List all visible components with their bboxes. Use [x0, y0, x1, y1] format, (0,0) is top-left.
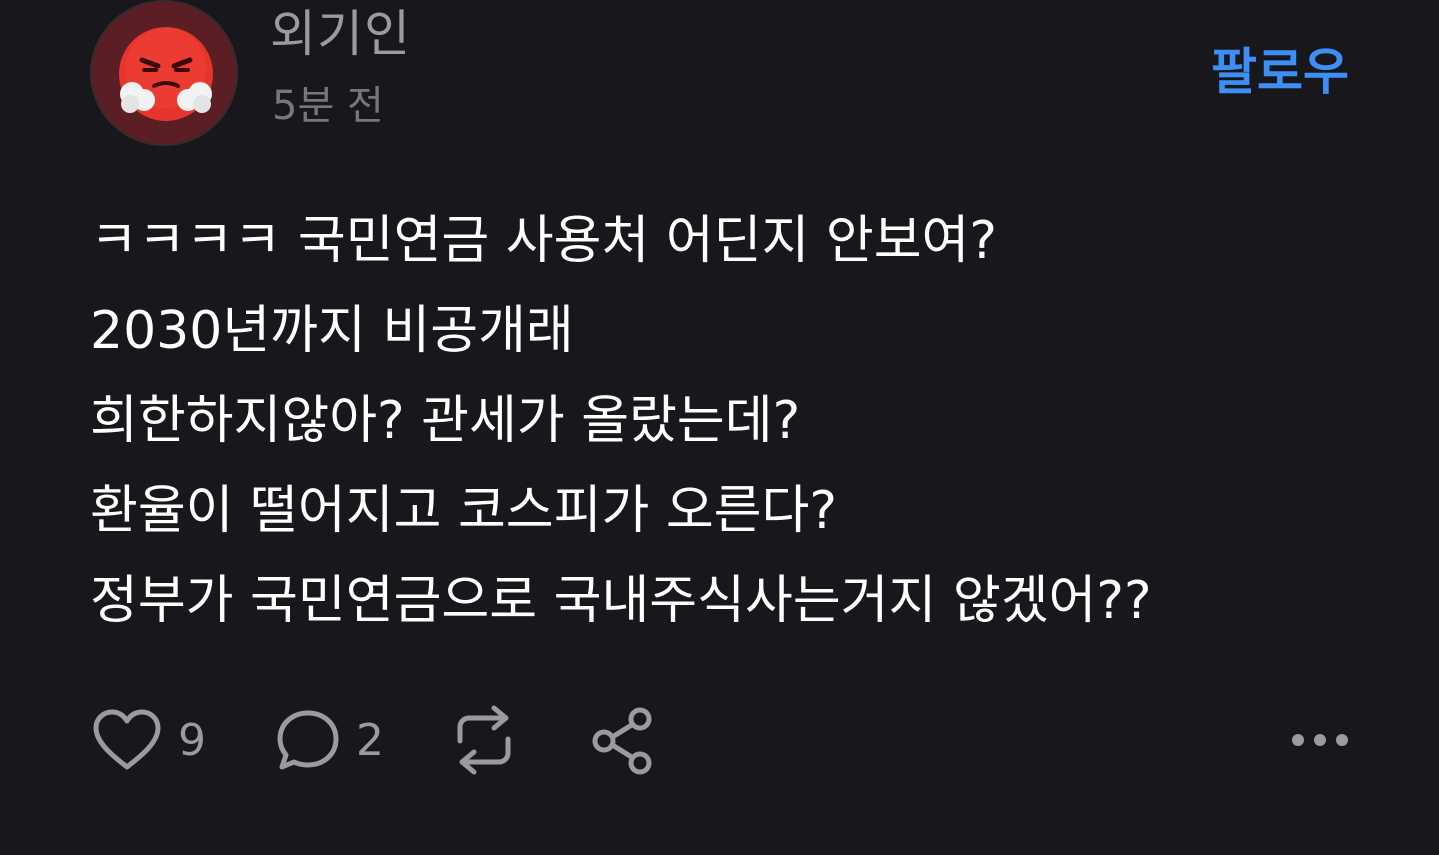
- post-timestamp: 5분 전: [272, 83, 384, 129]
- more-dots-icon: [1292, 734, 1348, 746]
- repost-icon: [457, 705, 511, 775]
- share-button[interactable]: [588, 700, 658, 780]
- comment-count: 2: [356, 714, 384, 766]
- like-count: 9: [178, 714, 206, 766]
- post-text-line: ㅋㅋㅋㅋ 국민연금 사용처 어딘지 안보여?: [90, 211, 997, 271]
- heart-icon: [93, 709, 161, 770]
- avatar[interactable]: [90, 0, 238, 146]
- author-name[interactable]: 외기인: [270, 2, 411, 66]
- more-options-button[interactable]: [1290, 700, 1350, 780]
- angry-face-icon: [119, 27, 213, 121]
- follow-button[interactable]: 팔로우: [1211, 40, 1349, 104]
- comment-button[interactable]: 2: [274, 700, 384, 780]
- post-card: 외기인 5분 전 팔로우 ㅋㅋㅋㅋ 국민연금 사용처 어딘지 안보여? 2030…: [0, 0, 1439, 855]
- post-text-line: 환율이 떨어지고 코스피가 오른다?: [90, 481, 837, 541]
- post-text-line: 2030년까지 비공개래: [90, 301, 574, 361]
- like-button[interactable]: 9: [90, 700, 206, 780]
- repost-button[interactable]: [446, 700, 522, 780]
- post-body: ㅋㅋㅋㅋ 국민연금 사용처 어딘지 안보여? 2030년까지 비공개래 희한하지…: [90, 196, 1350, 646]
- post-text-line: 희한하지않아? 관세가 올랐는데?: [90, 391, 801, 451]
- action-bar: 9 2: [90, 700, 1350, 780]
- post-text-line: 정부가 국민연금으로 국내주식사는거지 않겠어??: [90, 571, 1152, 631]
- speech-bubble-icon: [277, 710, 339, 770]
- share-icon: [592, 707, 652, 775]
